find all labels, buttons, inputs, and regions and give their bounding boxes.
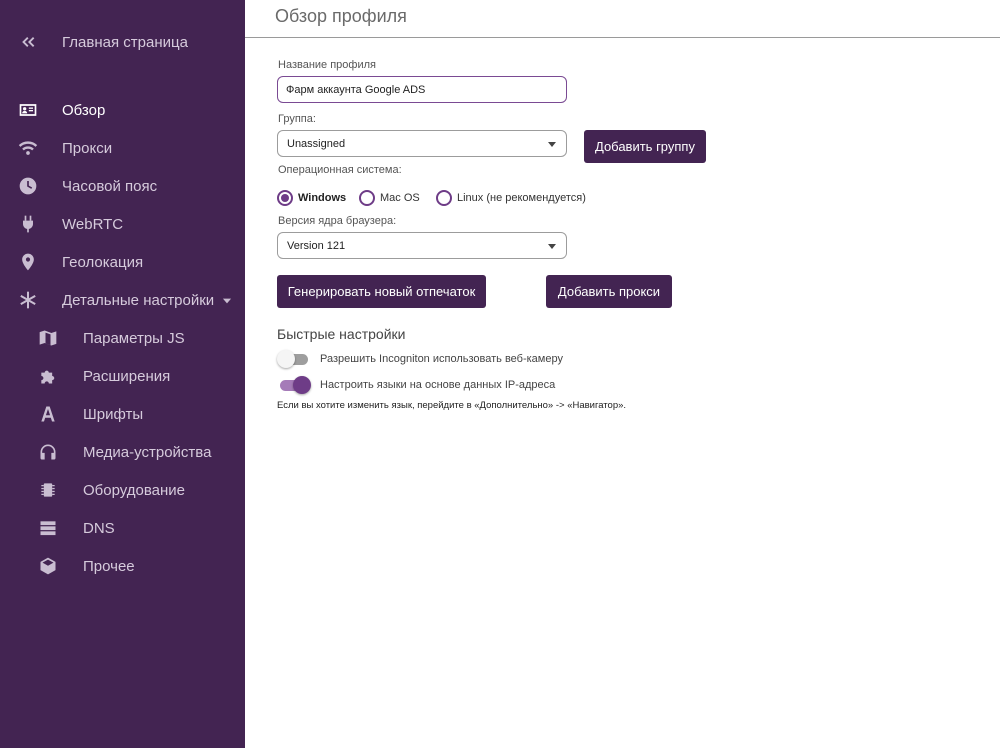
plug-icon [16, 212, 40, 236]
map-icon [36, 326, 60, 350]
sidebar-item-dns[interactable]: DNS [0, 509, 245, 547]
add-group-button[interactable]: Добавить группу [584, 130, 706, 163]
sidebar-item-label: Обзор [62, 101, 106, 119]
header-divider [245, 37, 1000, 38]
sidebar-item-hardware[interactable]: Оборудование [0, 471, 245, 509]
chevron-down-icon [223, 298, 232, 303]
browser-version-value: Version 121 [287, 239, 346, 252]
browser-version-select[interactable]: Version 121 [277, 232, 567, 259]
sidebar-item-label: Медиа-устройства [83, 443, 212, 461]
sidebar-item-proxy[interactable]: Прокси [0, 129, 245, 167]
webcam-toggle-row[interactable]: Разрешить Incogniton использовать веб-ка… [277, 350, 563, 368]
profile-name-input[interactable] [277, 76, 567, 103]
group-select[interactable]: Unassigned [277, 130, 567, 157]
language-toggle-row[interactable]: Настроить языки на основе данных IP-адре… [277, 376, 555, 394]
sidebar: Главная страница Обзор Прокси Часовой по… [0, 0, 245, 748]
sidebar-item-label: DNS [83, 519, 115, 537]
group-select-value: Unassigned [287, 137, 346, 150]
sidebar-item-js-params[interactable]: Параметры JS [0, 319, 245, 357]
os-radio-macos[interactable]: Mac OS [359, 190, 420, 206]
sidebar-item-home[interactable]: Главная страница [0, 23, 245, 61]
sidebar-item-advanced[interactable]: Детальные настройки [0, 281, 245, 319]
sidebar-item-label: Детальные настройки [62, 292, 234, 309]
cube-icon [36, 554, 60, 578]
generate-fingerprint-button[interactable]: Генерировать новый отпечаток [277, 275, 486, 308]
sidebar-item-label: Геолокация [62, 253, 144, 271]
sidebar-item-label: Прочее [83, 557, 135, 575]
sidebar-item-timezone[interactable]: Часовой пояс [0, 167, 245, 205]
sidebar-item-label: Прокси [62, 139, 113, 157]
dropdown-caret-icon [548, 244, 556, 249]
page-title: Обзор профиля [275, 6, 407, 26]
id-card-icon [16, 98, 40, 122]
webcam-toggle[interactable] [277, 350, 311, 368]
webcam-toggle-label: Разрешить Incogniton использовать веб-ка… [320, 353, 563, 365]
sidebar-item-label: Оборудование [83, 481, 186, 499]
radio-unchecked-icon [359, 190, 375, 206]
server-icon [36, 516, 60, 540]
add-proxy-button[interactable]: Добавить прокси [546, 275, 672, 308]
wifi-icon [16, 136, 40, 160]
sidebar-item-label: Шрифты [83, 405, 144, 423]
language-toggle-label: Настроить языки на основе данных IP-адре… [320, 379, 556, 391]
os-radio-linux[interactable]: Linux (не рекомендуется) [436, 190, 586, 206]
language-toggle[interactable] [277, 376, 311, 394]
sidebar-item-media-devices[interactable]: Медиа-устройства [0, 433, 245, 471]
sidebar-item-fonts[interactable]: Шрифты [0, 395, 245, 433]
os-label: Операционная система: [278, 164, 402, 176]
sidebar-item-label: Главная страница [62, 33, 188, 51]
radio-checked-icon [277, 190, 293, 206]
sidebar-item-label: Часовой пояс [62, 177, 158, 195]
headphones-icon [36, 440, 60, 464]
sidebar-item-label: WebRTC [62, 215, 124, 233]
profile-name-label: Название профиля [278, 59, 376, 71]
chip-icon [36, 478, 60, 502]
sidebar-item-geolocation[interactable]: Геолокация [0, 243, 245, 281]
radio-unchecked-icon [436, 190, 452, 206]
clock-icon [16, 174, 40, 198]
os-radio-label: Linux (не рекомендуется) [457, 192, 586, 204]
sidebar-item-other[interactable]: Прочее [0, 547, 245, 585]
asterisk-icon [16, 288, 40, 312]
sidebar-item-label: Расширения [83, 367, 171, 385]
map-pin-icon [16, 250, 40, 274]
sidebar-item-extensions[interactable]: Расширения [0, 357, 245, 395]
sidebar-item-label: Параметры JS [83, 329, 185, 347]
double-chevron-left-icon [16, 30, 40, 54]
language-hint-text: Если вы хотите изменить язык, перейдите … [277, 400, 627, 411]
sidebar-item-overview[interactable]: Обзор [0, 91, 245, 129]
group-label: Группа: [278, 113, 316, 125]
quick-settings-title: Быстрые настройки [277, 326, 406, 342]
dropdown-caret-icon [548, 142, 556, 147]
os-radio-label: Mac OS [380, 192, 420, 204]
os-radio-label: Windows [298, 192, 347, 204]
os-radio-windows[interactable]: Windows [277, 190, 346, 206]
browser-version-label: Версия ядра браузера: [278, 215, 397, 227]
sidebar-item-webrtc[interactable]: WebRTC [0, 205, 245, 243]
puzzle-icon [36, 364, 60, 388]
font-icon [36, 402, 60, 426]
